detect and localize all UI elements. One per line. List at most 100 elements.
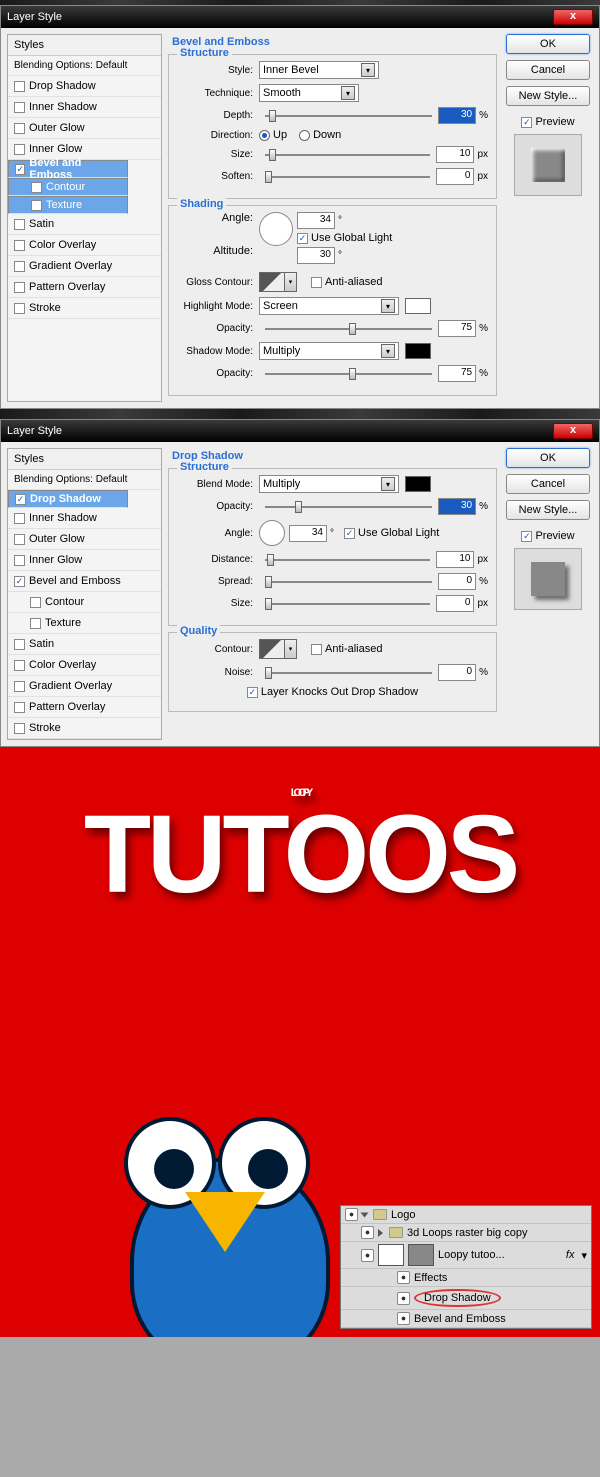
checkbox[interactable] bbox=[14, 123, 25, 134]
distance-input[interactable]: 10 bbox=[436, 551, 474, 568]
layer-subgroup-row[interactable]: 3d Loops raster big copy bbox=[341, 1224, 591, 1242]
chevron-down-icon[interactable]: ▾ bbox=[361, 63, 375, 77]
style-select[interactable]: Inner Bevel▾ bbox=[259, 61, 379, 79]
style-item-bevel-emboss[interactable]: ✓Bevel and Emboss bbox=[8, 571, 161, 592]
size-slider[interactable] bbox=[265, 597, 430, 611]
new-style-button[interactable]: New Style... bbox=[506, 86, 590, 106]
checkbox[interactable] bbox=[30, 618, 41, 629]
effect-drop-shadow-row[interactable]: Drop Shadow bbox=[341, 1287, 591, 1310]
cancel-button[interactable]: Cancel bbox=[506, 60, 590, 80]
checkbox[interactable] bbox=[14, 81, 25, 92]
highlight-opacity-input[interactable]: 75 bbox=[438, 320, 476, 337]
antialiased-checkbox[interactable] bbox=[311, 277, 322, 288]
angle-widget[interactable] bbox=[259, 520, 285, 546]
chevron-down-icon[interactable]: ▾ bbox=[381, 477, 395, 491]
global-light-checkbox[interactable]: ✓ bbox=[344, 528, 355, 539]
visibility-icon[interactable] bbox=[361, 1249, 374, 1262]
style-item-color-overlay[interactable]: Color Overlay bbox=[8, 235, 161, 256]
new-style-button[interactable]: New Style... bbox=[506, 500, 590, 520]
checkbox[interactable] bbox=[14, 144, 25, 155]
opacity-input[interactable]: 30 bbox=[438, 498, 476, 515]
checkbox[interactable] bbox=[14, 639, 25, 650]
depth-slider[interactable] bbox=[265, 109, 432, 123]
visibility-icon[interactable] bbox=[345, 1208, 358, 1221]
chevron-down-icon[interactable]: ▾ bbox=[381, 344, 395, 358]
effects-row[interactable]: Effects bbox=[341, 1269, 591, 1287]
layer-thumbnail[interactable] bbox=[378, 1244, 404, 1266]
angle-widget[interactable] bbox=[259, 212, 293, 246]
chevron-down-icon[interactable]: ▾ bbox=[285, 272, 297, 292]
chevron-down-icon[interactable]: ▾ bbox=[285, 639, 297, 659]
checkbox[interactable] bbox=[14, 219, 25, 230]
chevron-right-icon[interactable] bbox=[378, 1229, 383, 1237]
style-item-drop-shadow[interactable]: ✓Drop Shadow bbox=[8, 490, 128, 508]
spread-slider[interactable] bbox=[265, 575, 432, 589]
chevron-down-icon[interactable]: ▾ bbox=[581, 1249, 587, 1262]
noise-input[interactable]: 0 bbox=[438, 664, 476, 681]
shadow-mode-select[interactable]: Multiply▾ bbox=[259, 342, 399, 360]
knockout-checkbox[interactable]: ✓ bbox=[247, 687, 258, 698]
style-item-bevel-emboss[interactable]: ✓Bevel and Emboss bbox=[8, 160, 128, 178]
style-item-outer-glow[interactable]: Outer Glow bbox=[8, 529, 161, 550]
preview-checkbox[interactable]: ✓ bbox=[521, 531, 532, 542]
visibility-icon[interactable] bbox=[397, 1312, 410, 1325]
fx-badge[interactable]: fx bbox=[566, 1249, 575, 1261]
styles-header[interactable]: Styles bbox=[8, 449, 161, 470]
shadow-color-swatch[interactable] bbox=[405, 476, 431, 492]
checkbox[interactable] bbox=[14, 702, 25, 713]
contour-picker[interactable] bbox=[259, 639, 285, 659]
style-item-texture[interactable]: Texture bbox=[8, 613, 161, 634]
highlight-color-swatch[interactable] bbox=[405, 298, 431, 314]
angle-input[interactable]: 34 bbox=[297, 212, 335, 229]
gloss-contour[interactable] bbox=[259, 272, 285, 292]
style-item-satin[interactable]: Satin bbox=[8, 634, 161, 655]
visibility-icon[interactable] bbox=[397, 1292, 410, 1305]
checkbox[interactable] bbox=[14, 102, 25, 113]
shadow-color-swatch[interactable] bbox=[405, 343, 431, 359]
soften-slider[interactable] bbox=[265, 170, 430, 184]
blend-mode-select[interactable]: Multiply▾ bbox=[259, 475, 399, 493]
opacity-slider[interactable] bbox=[265, 500, 432, 514]
highlight-opacity-slider[interactable] bbox=[265, 322, 432, 336]
cancel-button[interactable]: Cancel bbox=[506, 474, 590, 494]
close-icon[interactable]: x bbox=[553, 423, 593, 439]
size-input[interactable]: 0 bbox=[436, 595, 474, 612]
checkbox[interactable] bbox=[31, 200, 42, 211]
depth-input[interactable]: 30 bbox=[438, 107, 476, 124]
antialiased-checkbox[interactable] bbox=[311, 644, 322, 655]
distance-slider[interactable] bbox=[265, 553, 430, 567]
style-item-satin[interactable]: Satin bbox=[8, 214, 161, 235]
technique-select[interactable]: Smooth▾ bbox=[259, 84, 359, 102]
preview-checkbox[interactable]: ✓ bbox=[521, 117, 532, 128]
style-item-inner-shadow[interactable]: Inner Shadow bbox=[8, 508, 161, 529]
angle-input[interactable]: 34 bbox=[289, 525, 327, 542]
close-icon[interactable]: x bbox=[553, 9, 593, 25]
mask-thumbnail[interactable] bbox=[408, 1244, 434, 1266]
global-light-checkbox[interactable]: ✓ bbox=[297, 233, 308, 244]
noise-slider[interactable] bbox=[265, 666, 432, 680]
style-item-stroke[interactable]: Stroke bbox=[8, 298, 161, 319]
style-item-gradient-overlay[interactable]: Gradient Overlay bbox=[8, 676, 161, 697]
style-item-inner-shadow[interactable]: Inner Shadow bbox=[8, 97, 161, 118]
styles-header[interactable]: Styles bbox=[8, 35, 161, 56]
style-item-pattern-overlay[interactable]: Pattern Overlay bbox=[8, 277, 161, 298]
down-radio[interactable] bbox=[299, 130, 310, 141]
style-item-texture[interactable]: Texture bbox=[8, 196, 128, 214]
layer-group-row[interactable]: Logo bbox=[341, 1206, 591, 1224]
blending-options[interactable]: Blending Options: Default bbox=[8, 470, 161, 490]
effect-bevel-row[interactable]: Bevel and Emboss bbox=[341, 1310, 591, 1328]
blending-options[interactable]: Blending Options: Default bbox=[8, 56, 161, 76]
chevron-down-icon[interactable]: ▾ bbox=[341, 86, 355, 100]
soften-input[interactable]: 0 bbox=[436, 168, 474, 185]
checkbox[interactable] bbox=[14, 303, 25, 314]
checkbox[interactable] bbox=[30, 597, 41, 608]
checkbox[interactable] bbox=[14, 282, 25, 293]
checkbox[interactable] bbox=[14, 555, 25, 566]
ok-button[interactable]: OK bbox=[506, 448, 590, 468]
ok-button[interactable]: OK bbox=[506, 34, 590, 54]
checkbox[interactable] bbox=[14, 681, 25, 692]
style-item-outer-glow[interactable]: Outer Glow bbox=[8, 118, 161, 139]
checkbox[interactable] bbox=[14, 513, 25, 524]
up-radio[interactable] bbox=[259, 130, 270, 141]
checkbox[interactable]: ✓ bbox=[15, 494, 26, 505]
